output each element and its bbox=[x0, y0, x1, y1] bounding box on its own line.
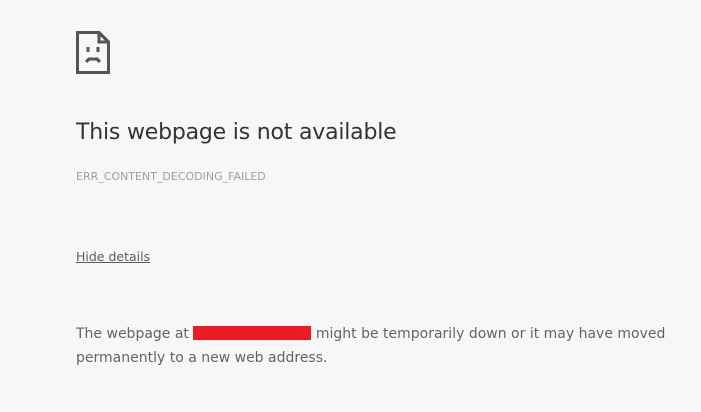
error-details-text: The webpage at might be temporarily down… bbox=[76, 322, 676, 370]
redacted-url bbox=[193, 326, 312, 340]
details-prefix: The webpage at bbox=[76, 326, 189, 342]
error-page: This webpage is not available ERR_CONTEN… bbox=[0, 0, 701, 412]
page-title: This webpage is not available bbox=[76, 120, 397, 145]
hide-details-link[interactable]: Hide details bbox=[76, 249, 150, 264]
sad-page-icon bbox=[76, 31, 110, 74]
error-code: ERR_CONTENT_DECODING_FAILED bbox=[76, 170, 266, 183]
